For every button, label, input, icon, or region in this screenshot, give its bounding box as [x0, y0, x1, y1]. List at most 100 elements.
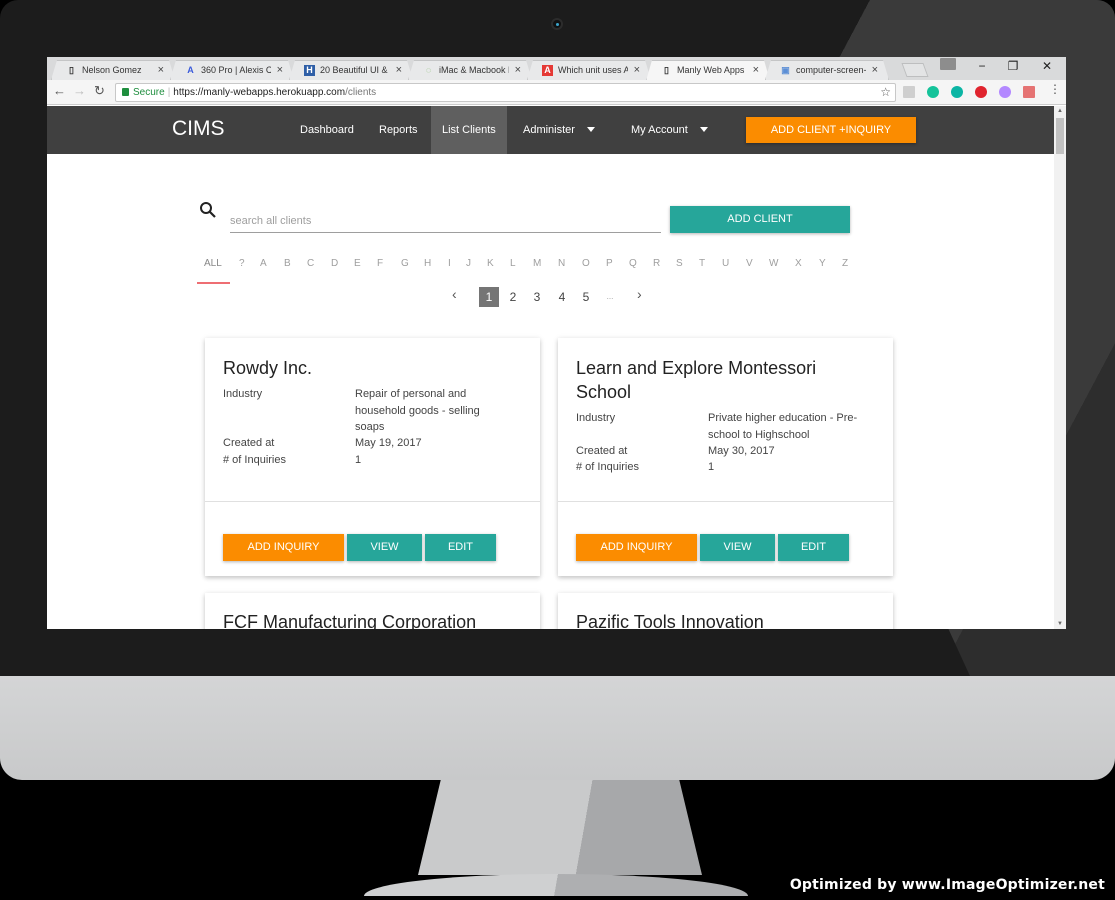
browser-toolbar: ← → ↻ Secure | https://manly-webapps.herok… — [47, 80, 1066, 105]
extension-page-icon[interactable] — [903, 86, 915, 98]
bookmark-star-icon[interactable]: ☆ — [880, 85, 891, 99]
alphabet-filter-letter[interactable]: T — [699, 258, 705, 269]
prev-page-icon[interactable]: ‹ — [452, 286, 457, 302]
scroll-down-icon[interactable]: ▼ — [1057, 621, 1063, 627]
alphabet-filter-letter[interactable]: K — [487, 258, 494, 269]
created-at-value: May 19, 2017 — [355, 437, 422, 449]
browser-tab[interactable]: A Which unit uses Ac × — [527, 60, 651, 80]
browser-tab[interactable]: ▣ computer-screen- × — [765, 60, 889, 80]
browser-window: ▯ Nelson Gomez × A 360 Pro | Alexis Co ×… — [47, 57, 1066, 629]
card-divider — [558, 501, 893, 502]
nav-administer[interactable]: Administer — [512, 106, 606, 154]
monitor-stand-base — [364, 874, 748, 896]
page-4[interactable]: 4 — [552, 287, 572, 307]
alphabet-filter-letter[interactable]: N — [558, 258, 565, 269]
edit-button[interactable]: EDIT — [778, 534, 849, 561]
app-navbar: CIMS Dashboard Reports List Clients Admi… — [47, 106, 1066, 154]
alphabet-filter-all[interactable]: ALL — [204, 258, 222, 269]
pdf-icon[interactable] — [1023, 86, 1035, 98]
alphabet-active-indicator — [197, 282, 230, 284]
alphabet-filter-letter[interactable]: A — [260, 258, 267, 269]
scroll-up-icon[interactable]: ▲ — [1057, 108, 1063, 114]
browser-tab[interactable]: ▯ Nelson Gomez × — [51, 60, 175, 80]
reload-button[interactable]: ↻ — [94, 83, 105, 99]
nav-dashboard[interactable]: Dashboard — [289, 106, 365, 154]
alphabet-filter-letter[interactable]: J — [466, 258, 471, 269]
browser-tab-active[interactable]: ▯ Manly Web Apps × — [646, 60, 770, 81]
extension-m-icon[interactable] — [951, 86, 963, 98]
tab-close-icon[interactable]: × — [634, 64, 640, 76]
alphabet-filter-letter[interactable]: M — [533, 258, 541, 269]
tab-close-icon[interactable]: × — [872, 64, 878, 76]
alphabet-filter-letter[interactable]: W — [769, 258, 778, 269]
tab-close-icon[interactable]: × — [277, 64, 283, 76]
lock-icon — [122, 88, 129, 96]
alphabet-filter-letter[interactable]: P — [606, 258, 613, 269]
nav-my-account[interactable]: My Account — [620, 106, 719, 154]
minimize-button[interactable]: − — [967, 59, 997, 73]
address-bar[interactable]: Secure | https://manly-webapps.herokuapp.c… — [115, 83, 896, 102]
alphabet-filter-letter[interactable]: Y — [819, 258, 826, 269]
scroll-thumb[interactable] — [1056, 118, 1064, 154]
camera-icon — [551, 18, 563, 30]
tab-close-icon[interactable]: × — [158, 64, 164, 76]
alphabet-filter-letter[interactable]: O — [582, 258, 590, 269]
alphabet-filter-letter[interactable]: B — [284, 258, 291, 269]
nav-reports[interactable]: Reports — [368, 106, 429, 154]
forward-button[interactable]: → — [73, 83, 86, 98]
tab-close-icon[interactable]: × — [753, 64, 759, 76]
page-1[interactable]: 1 — [479, 287, 499, 307]
created-at-value: May 30, 2017 — [708, 445, 775, 457]
alphabet-filter-letter[interactable]: H — [424, 258, 431, 269]
alphabet-filter-letter[interactable]: L — [510, 258, 516, 269]
alphabet-filter-letter[interactable]: I — [448, 258, 451, 269]
alphabet-filter-letter[interactable]: ? — [239, 258, 245, 269]
alphabet-filter-letter[interactable]: U — [722, 258, 729, 269]
back-button[interactable]: ← — [53, 83, 66, 98]
edit-button[interactable]: EDIT — [425, 534, 496, 561]
view-button[interactable]: VIEW — [700, 534, 775, 561]
close-window-button[interactable]: ✕ — [1032, 59, 1062, 73]
alphabet-filter-letter[interactable]: G — [401, 258, 409, 269]
browser-tab[interactable]: H 20 Beautiful UI & U × — [289, 60, 413, 80]
alphabet-filter-letter[interactable]: Q — [629, 258, 637, 269]
h-letter-icon: H — [304, 65, 315, 76]
extension-feather-icon[interactable] — [999, 86, 1011, 98]
alphabet-filter-letter[interactable]: S — [676, 258, 683, 269]
view-button[interactable]: VIEW — [347, 534, 422, 561]
page-5[interactable]: 5 — [576, 287, 596, 307]
add-client-inquiry-button[interactable]: ADD CLIENT +INQUIRY — [746, 117, 916, 143]
alphabet-filter-letter[interactable]: E — [354, 258, 361, 269]
page-2[interactable]: 2 — [503, 287, 523, 307]
add-inquiry-button[interactable]: ADD INQUIRY — [223, 534, 344, 561]
alphabet-filter-letter[interactable]: C — [307, 258, 314, 269]
client-card: Rowdy Inc. Industry Repair of personal a… — [205, 338, 540, 576]
tab-close-icon[interactable]: × — [515, 64, 521, 76]
search-input[interactable] — [230, 206, 661, 233]
add-client-button[interactable]: ADD CLIENT — [670, 206, 850, 233]
alphabet-filter-letter[interactable]: F — [377, 258, 383, 269]
inquiries-value: 1 — [708, 461, 715, 473]
user-profile-icon[interactable] — [940, 58, 956, 70]
alphabet-filter-letter[interactable]: D — [331, 258, 338, 269]
add-inquiry-button[interactable]: ADD INQUIRY — [576, 534, 697, 561]
page-3[interactable]: 3 — [527, 287, 547, 307]
nav-list-clients[interactable]: List Clients — [431, 106, 507, 154]
alphabet-filter-letter[interactable]: V — [746, 258, 753, 269]
browser-menu-icon[interactable]: ⋮ — [1049, 82, 1061, 96]
brand-logo[interactable]: CIMS — [172, 117, 225, 141]
browser-tab[interactable]: A 360 Pro | Alexis Co × — [170, 60, 294, 80]
industry-value: Private higher education - Pre-school to… — [708, 412, 858, 441]
restore-button[interactable]: ❐ — [998, 59, 1028, 73]
new-tab-button[interactable] — [901, 63, 929, 77]
next-page-icon[interactable]: › — [637, 286, 642, 302]
grammarly-icon[interactable] — [927, 86, 939, 98]
page-scrollbar[interactable]: ▲ ▼ — [1054, 106, 1066, 629]
alphabet-filter-letter[interactable]: X — [795, 258, 802, 269]
tab-close-icon[interactable]: × — [396, 64, 402, 76]
alphabet-filter-letter[interactable]: Z — [842, 258, 848, 269]
alphabet-filter-letter[interactable]: R — [653, 258, 660, 269]
browser-tab[interactable]: ◌ iMac & Macbook P × — [408, 60, 532, 80]
opera-icon[interactable] — [975, 86, 987, 98]
caret-down-icon — [586, 127, 595, 132]
